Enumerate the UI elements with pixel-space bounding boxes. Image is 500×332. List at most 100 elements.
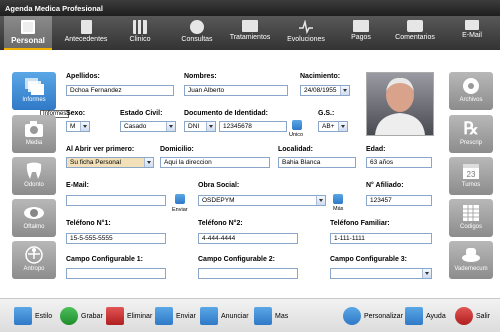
search-icon[interactable]	[292, 120, 302, 130]
nacimiento-datepicker[interactable]: 24/08/1955	[300, 85, 350, 96]
tab-pagos[interactable]: Pagos	[344, 16, 378, 50]
afiliado-field[interactable]: 123457	[366, 195, 432, 206]
tab-evoluciones[interactable]: Evoluciones	[284, 16, 328, 50]
nacimiento-value: 24/08/1955	[304, 87, 337, 94]
tab-tratamientos[interactable]: Tratamientos	[226, 16, 274, 50]
domicilio-field[interactable]: Aqui la direccion	[160, 157, 270, 168]
email-field[interactable]	[66, 195, 166, 206]
salir-button[interactable]: Salir	[455, 306, 490, 326]
tab-email[interactable]: E-Mail	[454, 16, 490, 50]
tab-comentarios[interactable]: Comentarios	[392, 16, 438, 50]
estilo-button[interactable]: Estilo	[14, 306, 52, 326]
mas-label[interactable]: Más	[333, 206, 343, 212]
telefono-familiar-label: Teléfono Familiar:	[330, 220, 390, 227]
tab-antecedentes[interactable]: Antecedentes	[58, 16, 114, 50]
pulse-icon	[299, 19, 313, 35]
chevron-down-icon[interactable]	[144, 158, 153, 167]
apellidos-field[interactable]: Dchoa Fernandez	[66, 85, 174, 96]
window-title: Agenda Medica Profesional	[0, 0, 500, 16]
patient-photo[interactable]	[366, 72, 434, 136]
person-card-icon	[21, 20, 35, 34]
grabar-button[interactable]: Grabar	[60, 306, 103, 326]
prescrip-label: Prescrip	[459, 140, 482, 146]
telefono2-field[interactable]: 4-444-4444	[198, 233, 298, 244]
turnos-label: Turnos	[461, 182, 481, 188]
campo3-label: Campo Configurable 3:	[330, 256, 408, 263]
telefono1-label: Teléfono N°1:	[66, 220, 111, 227]
main-tab-bar: Personal Antecedentes Clinico Consultas …	[0, 16, 500, 50]
oftalmo-button[interactable]: Oftalmo	[12, 199, 56, 237]
email-label: E-Mail:	[66, 182, 89, 189]
menu-icon	[254, 307, 272, 325]
al-abrir-select[interactable]: Su ficha Personal	[66, 157, 154, 168]
anunciar-button[interactable]: Anunciar	[200, 306, 249, 326]
body-icon	[23, 245, 45, 265]
chevron-down-icon[interactable]	[206, 122, 215, 131]
documento-type-select[interactable]: DNI	[184, 121, 216, 132]
media-label: Media	[25, 140, 43, 146]
chevron-down-icon[interactable]	[422, 269, 431, 278]
personal-form-area: Informes Informes Media Odonto Oftalmo A…	[0, 50, 500, 298]
obra-social-select[interactable]: OSDEPYM	[198, 195, 326, 206]
gs-select[interactable]: AB+	[318, 121, 348, 132]
vademecum-button[interactable]: Vademecum	[449, 241, 493, 279]
gs-label: G.S.:	[318, 110, 335, 117]
archive-icon	[460, 76, 482, 96]
more-obra-social-icon[interactable]	[333, 194, 343, 204]
tab-consultas[interactable]: Consultas	[176, 16, 218, 50]
turnos-button[interactable]: 23 Turnos	[449, 157, 493, 195]
share-icon	[155, 307, 173, 325]
documento-label: Documento de Identidad:	[184, 110, 268, 117]
archivos-button[interactable]: Archivos	[449, 72, 493, 110]
campo1-field[interactable]	[66, 268, 166, 279]
telefono1-field[interactable]: 15-5-555-5555	[66, 233, 166, 244]
pills-icon	[460, 245, 482, 265]
rx-icon: ℞	[463, 119, 479, 138]
tab-personal[interactable]: Personal	[4, 16, 52, 50]
media-button[interactable]: Media	[12, 115, 56, 153]
chevron-down-icon[interactable]	[340, 86, 349, 95]
enviar-button[interactable]: Enviar	[155, 306, 196, 326]
documento-number-field[interactable]: 12345678	[219, 121, 287, 132]
ayuda-button[interactable]: Ayuda	[405, 306, 446, 326]
help-icon	[405, 307, 423, 325]
localidad-field[interactable]: Bahia Blanca	[278, 157, 356, 168]
nombres-field[interactable]: Juan Alberto	[184, 85, 288, 96]
afiliado-label: N° Afiliado:	[366, 182, 404, 189]
tab-label: Antecedentes	[64, 36, 108, 43]
informes-button[interactable]: Informes	[12, 72, 56, 110]
domicilio-label: Domicilio:	[160, 146, 194, 153]
chevron-down-icon[interactable]	[80, 122, 89, 131]
antropo-button[interactable]: Antropo	[12, 241, 56, 279]
unico-label[interactable]: Unico	[289, 132, 303, 138]
personalizar-button[interactable]: Personalizar	[343, 306, 403, 326]
odonto-button[interactable]: Odonto	[12, 157, 56, 195]
monitor-icon	[242, 20, 258, 32]
codigos-button[interactable]: Codigos	[449, 199, 493, 237]
tab-label: Evoluciones	[287, 36, 325, 43]
oftalmo-label: Oftalmo	[23, 224, 45, 230]
eliminar-button[interactable]: Eliminar	[106, 306, 152, 326]
mas-button[interactable]: Mas	[254, 306, 288, 326]
calendar-icon: 23	[460, 161, 482, 181]
sexo-select[interactable]: M	[66, 121, 90, 132]
personalizar-label: Personalizar	[364, 312, 403, 320]
salir-label: Salir	[476, 312, 491, 320]
tab-label: Personal	[11, 36, 45, 45]
tab-label: Comentarios	[395, 34, 435, 41]
nacimiento-label: Nacimiento:	[300, 73, 341, 80]
chart-icon	[133, 20, 147, 34]
chevron-down-icon[interactable]	[166, 122, 175, 131]
chevron-down-icon[interactable]	[338, 122, 347, 131]
telefono-familiar-field[interactable]: 1-111-1111	[330, 233, 432, 244]
tab-clinico[interactable]: Clinico	[118, 16, 162, 50]
tab-label: Consultas	[181, 36, 213, 43]
send-email-icon[interactable]	[175, 194, 185, 204]
campo3-select[interactable]	[330, 268, 432, 279]
campo2-field[interactable]	[198, 268, 298, 279]
enviar-label[interactable]: Enviar	[172, 207, 188, 213]
tab-label: Pagos	[351, 34, 371, 41]
estado-civil-select[interactable]: Casado	[120, 121, 176, 132]
chevron-down-icon[interactable]	[316, 196, 325, 205]
prescrip-button[interactable]: ℞ Prescrip	[449, 115, 493, 153]
